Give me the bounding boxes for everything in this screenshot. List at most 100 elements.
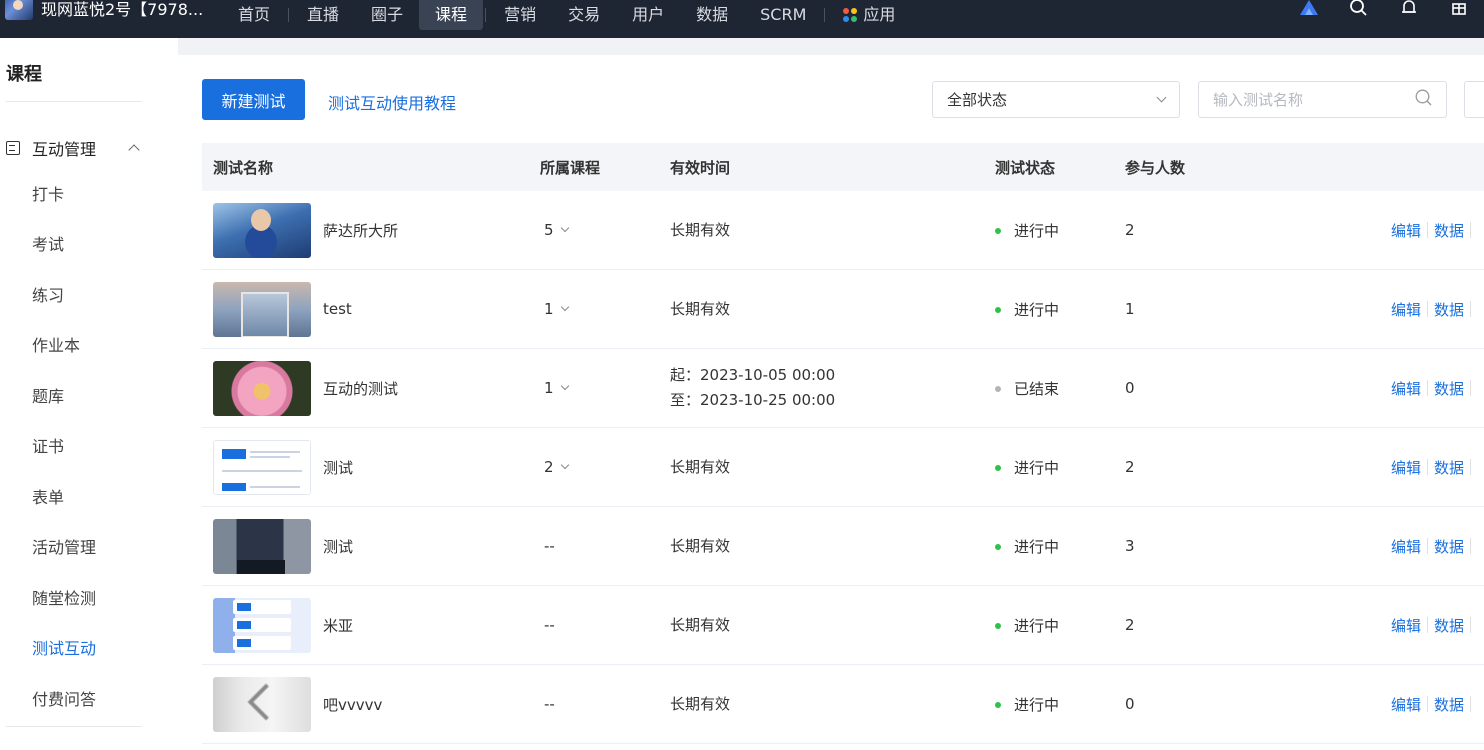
edit-link[interactable]: 编辑 — [1391, 299, 1421, 320]
data-link[interactable]: 数据 — [1434, 378, 1464, 399]
participant-count: 2 — [1125, 221, 1135, 239]
search-icon[interactable] — [1334, 0, 1384, 18]
test-name: test — [323, 300, 352, 318]
tutorial-link[interactable]: 测试互动使用教程 — [328, 90, 456, 114]
sidebar: 课程 互动管理 打卡 考试 练习 作业本 题库 证书 表单 活动管理 随堂检测 … — [0, 38, 178, 750]
divider — [1427, 301, 1429, 317]
data-link[interactable]: 数据 — [1434, 220, 1464, 241]
sidebar-item-practice[interactable]: 练习 — [32, 282, 64, 306]
status-dot — [995, 702, 1001, 708]
course-dropdown[interactable]: 2 — [544, 428, 569, 506]
valid-time-end: 至：2023-10-25 00:00 — [670, 391, 836, 409]
search-icon[interactable] — [1415, 89, 1432, 110]
bell-icon[interactable] — [1384, 0, 1434, 18]
nav-users[interactable]: 用户 — [616, 0, 680, 30]
sidebar-item-form[interactable]: 表单 — [32, 484, 64, 508]
nav-apps[interactable]: 应用 — [827, 0, 911, 30]
search-box[interactable] — [1198, 81, 1447, 118]
chevron-down-icon — [560, 460, 569, 470]
data-link[interactable]: 数据 — [1434, 536, 1464, 557]
search-input[interactable] — [1213, 90, 1403, 109]
status-dot — [995, 544, 1001, 550]
new-test-button[interactable]: 新建测试 — [202, 79, 305, 120]
sidebar-item-test-interaction[interactable]: 测试互动 — [32, 635, 96, 659]
divider — [6, 726, 142, 727]
sidebar-item-homework[interactable]: 作业本 — [32, 332, 80, 356]
nav-home[interactable]: 首页 — [222, 0, 286, 30]
test-name: 测试 — [323, 458, 354, 477]
edit-link[interactable]: 编辑 — [1391, 457, 1421, 478]
sidebar-item-certificate[interactable]: 证书 — [32, 433, 64, 457]
table-row: test 1 长期有效 进行中 1 编辑 数据 — [202, 270, 1484, 349]
nav-circle[interactable]: 圈子 — [355, 0, 419, 30]
divider — [1470, 222, 1472, 238]
data-link[interactable]: 数据 — [1434, 694, 1464, 715]
divider — [1470, 459, 1472, 475]
nav-divider — [824, 8, 826, 22]
sidebar-item-exam[interactable]: 考试 — [32, 231, 64, 255]
divider — [1427, 222, 1429, 238]
divider — [1427, 459, 1429, 475]
status-label: 进行中 — [1014, 221, 1060, 240]
cover-thumbnail — [213, 281, 311, 337]
nav-course[interactable]: 课程 — [419, 0, 484, 30]
status-dot — [995, 228, 1001, 234]
nav-trade[interactable]: 交易 — [552, 0, 616, 30]
filter-box[interactable] — [1464, 81, 1484, 118]
header-status: 测试状态 — [995, 158, 1056, 177]
data-link[interactable]: 数据 — [1434, 615, 1464, 636]
edit-link[interactable]: 编辑 — [1391, 378, 1421, 399]
course-dropdown[interactable]: 1 — [544, 270, 569, 348]
course-count: 5 — [544, 221, 554, 239]
edit-link[interactable]: 编辑 — [1391, 615, 1421, 636]
divider — [1427, 380, 1429, 396]
nav-data[interactable]: 数据 — [680, 0, 744, 30]
edit-link[interactable]: 编辑 — [1391, 220, 1421, 241]
status-select[interactable]: 全部状态 — [932, 81, 1180, 118]
brand-logo[interactable] — [5, 0, 33, 20]
table-row: 测试 2 长期有效 进行中 2 编辑 数据 — [202, 428, 1484, 507]
sidebar-item-checkin[interactable]: 打卡 — [32, 181, 64, 205]
sidebar-item-activity[interactable]: 活动管理 — [32, 534, 96, 558]
data-link[interactable]: 数据 — [1434, 457, 1464, 478]
ai-logo-icon[interactable] — [1284, 0, 1334, 18]
nav-marketing[interactable]: 营销 — [488, 0, 552, 30]
participant-count: 0 — [1125, 695, 1135, 713]
nav-scrm[interactable]: SCRM — [744, 0, 822, 30]
nav-live[interactable]: 直播 — [291, 0, 355, 30]
sidebar-item-question-bank[interactable]: 题库 — [32, 383, 64, 407]
valid-time: 长期有效 — [670, 615, 731, 634]
edit-link[interactable]: 编辑 — [1391, 536, 1421, 557]
brand-name[interactable]: 现网蓝悦2号【7978... — [41, 0, 203, 20]
cover-thumbnail — [213, 439, 311, 495]
status-label: 进行中 — [1014, 537, 1060, 556]
header-course: 所属课程 — [540, 158, 601, 177]
data-link[interactable]: 数据 — [1434, 299, 1464, 320]
status-label: 进行中 — [1014, 300, 1060, 319]
gift-icon[interactable] — [1434, 0, 1484, 18]
status-label: 进行中 — [1014, 616, 1060, 635]
course-dropdown[interactable]: 1 — [544, 349, 569, 427]
test-name: 测试 — [323, 537, 354, 556]
divider — [6, 101, 142, 102]
cover-thumbnail — [213, 518, 311, 574]
course-count: -- — [544, 616, 555, 634]
sidebar-title: 课程 — [6, 64, 42, 85]
test-name: 吧vvvvv — [323, 695, 383, 714]
participant-count: 3 — [1125, 537, 1135, 555]
top-nav: 现网蓝悦2号【7978... 首页 直播 圈子 课程 营销 交易 用户 数据 S… — [0, 0, 1484, 38]
course-dropdown[interactable]: 5 — [544, 191, 569, 269]
sidebar-group-interaction[interactable]: 互动管理 — [6, 136, 142, 160]
status-label: 已结束 — [1014, 379, 1060, 398]
table-row: 测试 -- 长期有效 进行中 3 编辑 数据 — [202, 507, 1484, 586]
participant-count: 2 — [1125, 458, 1135, 476]
status-select-value: 全部状态 — [947, 91, 1008, 109]
sidebar-item-paid-qa[interactable]: 付费问答 — [32, 686, 96, 710]
module-icon — [6, 141, 20, 155]
course-count: -- — [544, 537, 555, 555]
test-name: 米亚 — [323, 616, 354, 635]
edit-link[interactable]: 编辑 — [1391, 694, 1421, 715]
participant-count: 1 — [1125, 300, 1135, 318]
sidebar-item-quiz[interactable]: 随堂检测 — [32, 585, 96, 609]
app-grid-icon — [843, 8, 858, 22]
